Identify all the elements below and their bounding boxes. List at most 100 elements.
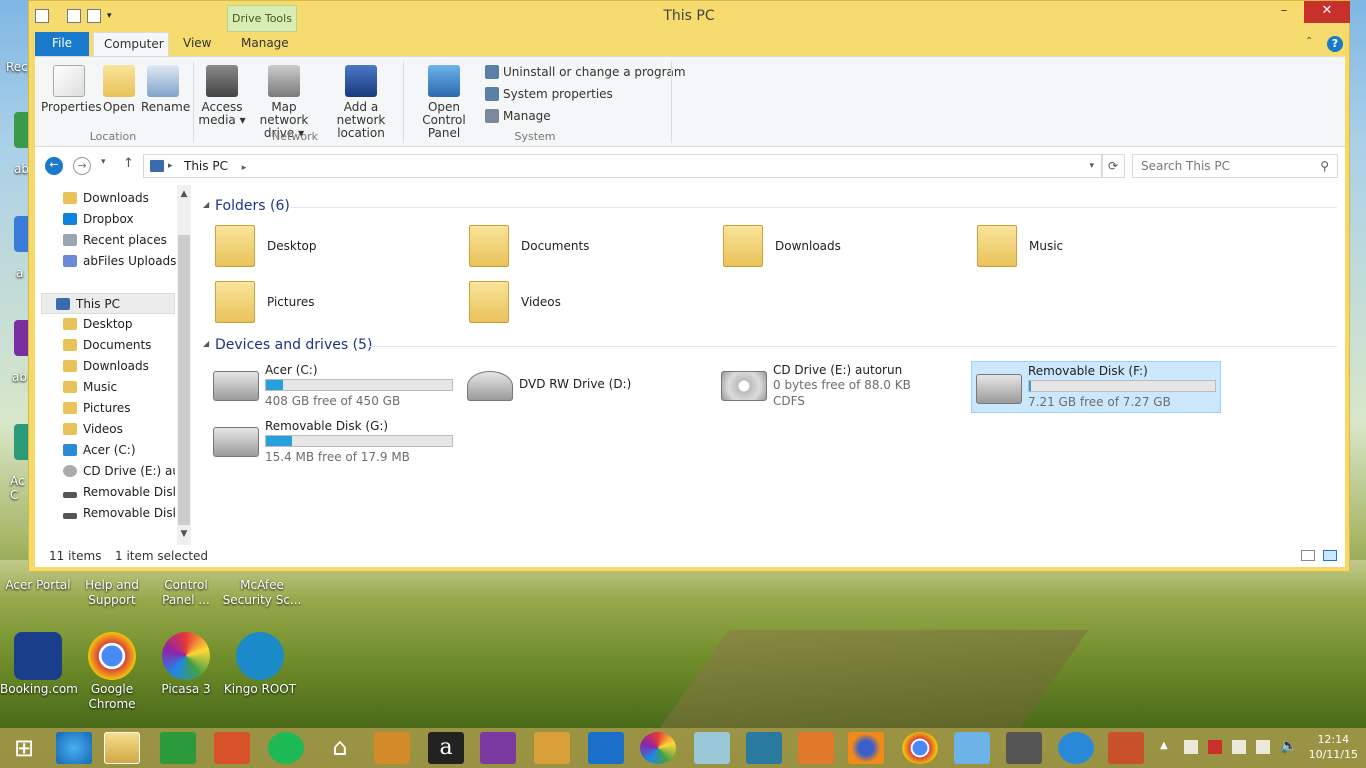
internet-explorer-icon[interactable] <box>56 732 92 764</box>
app-icon[interactable] <box>534 732 570 764</box>
desktop-icon-control-panel[interactable]: Control Panel ... <box>148 578 224 608</box>
control-panel-icon[interactable] <box>954 732 990 764</box>
amazon-icon[interactable]: a <box>428 732 464 764</box>
folder-documents[interactable]: Documents <box>469 225 589 267</box>
action-center-flag-icon[interactable] <box>1232 740 1246 754</box>
forward-button[interactable]: → <box>73 157 91 175</box>
desktop-icon-chrome[interactable]: Google Chrome <box>74 632 150 712</box>
tab-file[interactable]: File <box>35 32 89 56</box>
clock[interactable]: 12:14 10/11/15 <box>1309 732 1358 762</box>
onedrive-icon[interactable] <box>588 732 624 764</box>
desktop-icon-booking[interactable]: Booking.com <box>0 632 78 697</box>
system-properties-button[interactable]: System properties <box>485 87 613 101</box>
picasa-icon[interactable] <box>640 732 676 764</box>
folder-label: Desktop <box>267 239 317 253</box>
properties-button[interactable]: Properties <box>41 65 102 114</box>
open-control-panel-button[interactable]: Open Control Panel <box>407 65 481 140</box>
drive-removable-g[interactable]: Removable Disk (G:) 15.4 MB free of 17.9… <box>213 419 463 469</box>
nav-item-removable-f[interactable]: Removable Disk (F:) <box>63 482 175 503</box>
store-icon[interactable] <box>160 732 196 764</box>
back-button[interactable]: ← <box>45 157 63 175</box>
scroll-down-icon[interactable]: ▼ <box>177 529 191 539</box>
photos-icon[interactable] <box>214 732 250 764</box>
nav-item-removable-g[interactable]: Removable Disk (G:) <box>63 503 175 524</box>
add-network-location-button[interactable]: Add a network location <box>321 65 401 140</box>
spotify-icon[interactable] <box>268 732 304 764</box>
folder-desktop[interactable]: Desktop <box>215 225 317 267</box>
refresh-button[interactable]: ⟳ <box>1101 154 1125 178</box>
help-icon[interactable]: ? <box>1327 36 1343 52</box>
drive-dvd-d[interactable]: DVD RW Drive (D:) <box>467 363 717 413</box>
nav-item-cd-drive-e[interactable]: CD Drive (E:) autorun <box>63 461 175 482</box>
nav-label: Desktop <box>83 317 133 331</box>
close-button[interactable]: ✕ <box>1304 1 1350 23</box>
access-media-button[interactable]: Access media ▾ <box>197 65 247 127</box>
tab-manage[interactable]: Manage <box>231 32 299 56</box>
chrome-icon[interactable] <box>902 732 938 764</box>
folder-downloads[interactable]: Downloads <box>723 225 841 267</box>
drive-cd-e[interactable]: CD Drive (E:) autorun 0 bytes free of 88… <box>721 363 971 413</box>
desktop-icon-label: Help and Support <box>85 578 139 607</box>
show-hidden-icons-chevron-icon[interactable]: ▲ <box>1160 740 1168 751</box>
app-icon[interactable] <box>1058 732 1094 764</box>
folder-videos[interactable]: Videos <box>469 281 561 323</box>
devices-collapse-icon[interactable]: ◢ <box>203 339 209 348</box>
devices-heading[interactable]: Devices and drives (5) <box>215 337 372 353</box>
image-viewer-icon[interactable] <box>746 732 782 764</box>
collapse-ribbon-icon[interactable]: ⌃ <box>1305 36 1313 47</box>
desktop-icon-label: ab <box>14 162 29 176</box>
desktop-icon-help-support[interactable]: Help and Support <box>74 578 150 608</box>
folders-heading[interactable]: Folders (6) <box>215 198 290 214</box>
uninstall-program-button[interactable]: Uninstall or change a program <box>485 65 686 79</box>
search-input[interactable]: Search This PC ⚲ <box>1132 154 1338 178</box>
network-icon[interactable] <box>1256 740 1270 754</box>
microphone-icon[interactable] <box>1006 732 1042 764</box>
folders-collapse-icon[interactable]: ◢ <box>203 200 209 209</box>
large-icons-view-icon[interactable] <box>1323 550 1337 561</box>
scroll-up-icon[interactable]: ▲ <box>177 189 191 199</box>
recent-locations-chevron-down-icon[interactable]: ▾ <box>101 157 106 167</box>
mcafee-tray-icon[interactable] <box>1208 740 1222 754</box>
up-arrow-icon[interactable]: ↑ <box>123 156 134 171</box>
media-player-icon[interactable] <box>798 732 834 764</box>
nav-item-acer-c[interactable]: Acer (C:) <box>63 440 175 461</box>
rename-button[interactable]: Rename <box>141 65 190 114</box>
desktop-icon-partial-4[interactable]: Ac C <box>0 424 38 502</box>
desktop-icon-acer-portal[interactable]: Acer Portal <box>0 578 76 593</box>
drive-acer-c[interactable]: Acer (C:) 408 GB free of 450 GB <box>213 363 463 413</box>
nav-scrollbar-thumb[interactable] <box>178 235 190 525</box>
dropbox-tray-icon[interactable] <box>1184 740 1198 754</box>
folder-music[interactable]: Music <box>977 225 1063 267</box>
desktop-icon-mcafee[interactable]: McAfee Security Sc... <box>222 578 302 608</box>
app-icon[interactable] <box>1108 732 1144 764</box>
map-network-drive-button[interactable]: Map network drive ▾ <box>247 65 321 140</box>
notes-app-icon[interactable] <box>374 732 410 764</box>
home-icon[interactable]: ⌂ <box>322 732 358 764</box>
address-dropdown-chevron-down-icon[interactable]: ▾ <box>1089 155 1094 177</box>
desktop-icon-label: McAfee Security Sc... <box>222 578 302 607</box>
manage-button[interactable]: Manage <box>485 109 551 123</box>
start-button-windows-icon[interactable]: ⊞ <box>6 732 42 764</box>
folder-pictures[interactable]: Pictures <box>215 281 315 323</box>
firefox-icon[interactable] <box>848 732 884 764</box>
title-bar: ▾ Drive Tools This PC – □ ✕ <box>29 1 1350 32</box>
desktop-icon-partial-2[interactable]: a <box>0 216 38 280</box>
music-app-icon[interactable] <box>480 732 516 764</box>
desktop-icon-partial-3[interactable]: ab <box>0 320 38 384</box>
desktop-icon-kingo-root[interactable]: Kingo ROOT <box>222 632 298 697</box>
desktop-icon-partial-1[interactable]: ab <box>0 112 38 176</box>
desktop-icon-picasa[interactable]: Picasa 3 <box>148 632 224 697</box>
folder-label: Music <box>1029 239 1064 253</box>
nav-item-this-pc[interactable]: This PC <box>41 293 175 314</box>
address-box[interactable]: ▸ This PC ▸ ▾ <box>143 154 1103 178</box>
open-button[interactable]: Open <box>99 65 139 114</box>
tab-view[interactable]: View <box>173 32 221 56</box>
drive-removable-f[interactable]: Removable Disk (F:) 7.21 GB free of 7.27… <box>971 361 1221 413</box>
tab-computer[interactable]: Computer <box>93 32 169 56</box>
breadcrumb-this-pc[interactable]: This PC <box>184 159 228 173</box>
minimize-button[interactable]: – <box>1269 1 1299 23</box>
file-explorer-icon[interactable] <box>104 732 140 764</box>
app-icon[interactable] <box>694 732 730 764</box>
volume-icon[interactable]: 🔈 <box>1280 738 1297 754</box>
details-view-icon[interactable] <box>1301 550 1315 561</box>
